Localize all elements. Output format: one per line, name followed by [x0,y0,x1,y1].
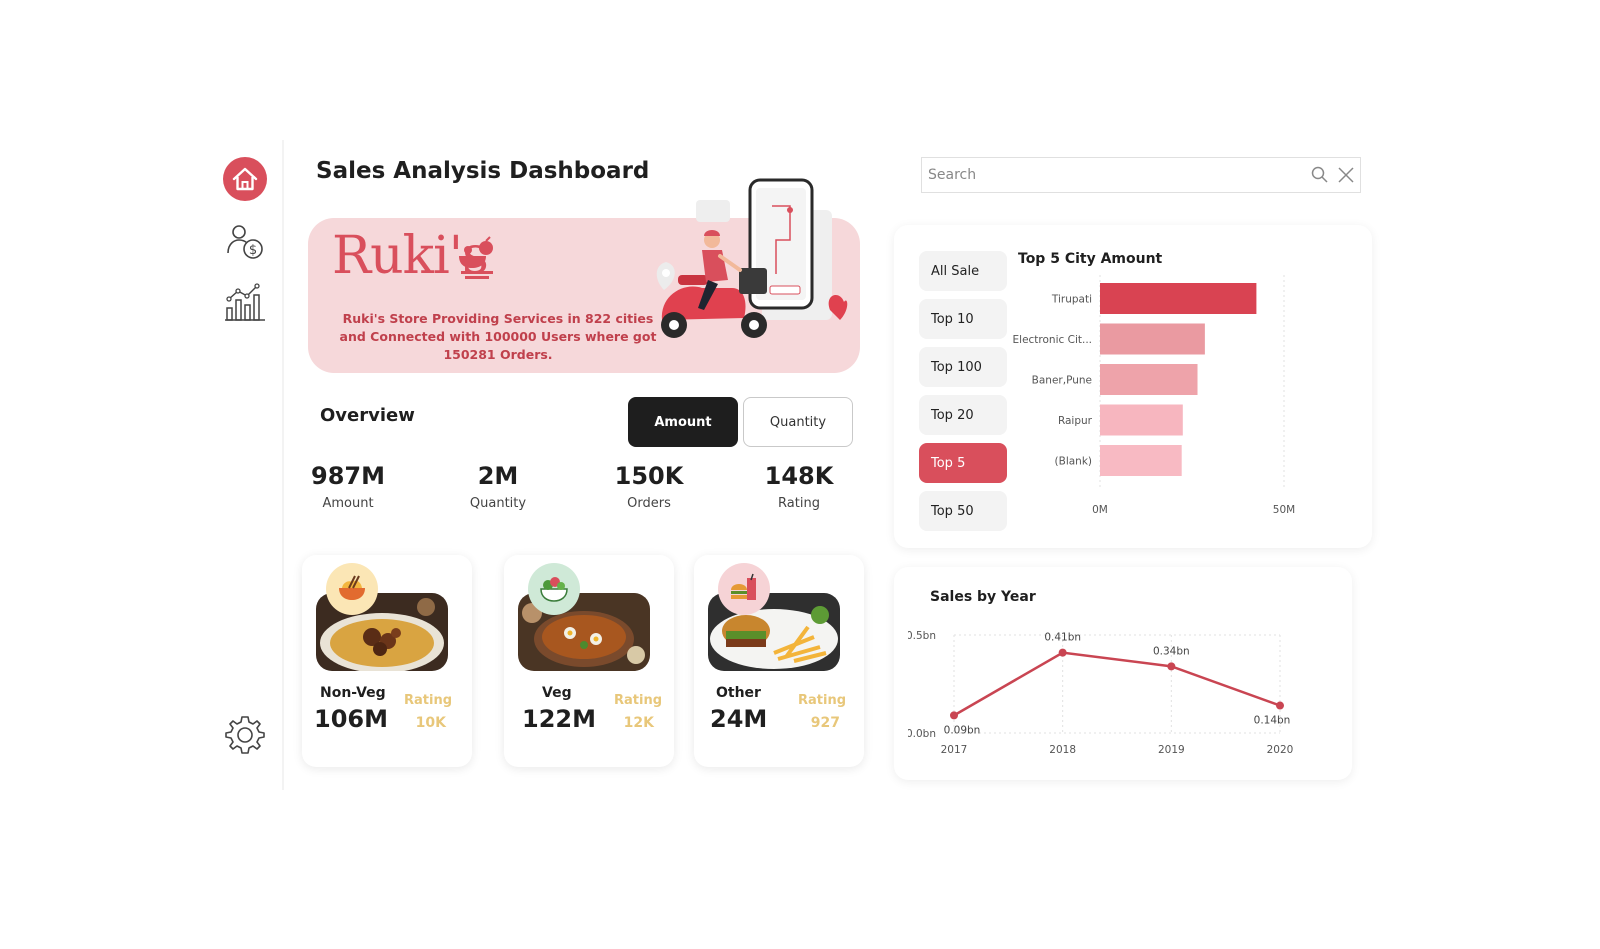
kpi-orders: 150K Orders [589,462,709,511]
kpi-value: 987M [311,462,385,490]
home-icon[interactable] [223,157,267,201]
nonveg-bowl-icon [326,563,378,615]
y-tick-label: 0.0bn [908,728,936,740]
bar-3[interactable] [1100,404,1183,436]
settings-gear-icon[interactable] [223,713,267,757]
data-label: 0.09bn [944,724,981,736]
kpi-value: 148K [764,462,834,490]
page-title: Sales Analysis Dashboard [316,158,650,184]
data-label: 0.34bn [1153,645,1190,657]
category-label: (Blank) [1055,456,1092,468]
bar-1[interactable] [1100,323,1205,355]
kpi-rating: 148K Rating [739,462,859,511]
bar-4[interactable] [1100,445,1182,476]
data-label: 0.41bn [1044,632,1081,644]
amount-toggle-button[interactable]: Amount [628,397,738,447]
kpi-amount: 987M Amount [288,462,408,511]
analytics-chart-icon[interactable] [223,280,267,324]
category-card-nonveg[interactable]: Non-Veg 106M Rating 10K [302,555,472,767]
delivery-scooter-illustration [656,178,848,338]
category-value: 24M [710,705,768,733]
data-label: 0.14bn [1254,715,1291,727]
top-city-bar-chart: Tirupati Electronic Cit... Baner,Pune Raipu… [1013,275,1295,516]
brand-banner: Ruki's Ruki's Store Providing Services i… [308,178,860,373]
kpi-value: 150K [614,462,684,490]
bar-0[interactable] [1100,283,1257,314]
filter-all-sale[interactable]: All Sale [919,251,1007,291]
search-box [921,157,1361,193]
y-tick-label: 0.5bn [908,630,936,642]
bar-2[interactable] [1100,364,1198,395]
kpi-quantity: 2M Quantity [438,462,558,511]
top-city-panel: All Sale Top 10 Top 100 Top 20 Top 5 Top… [894,225,1372,548]
fastfood-icon [718,563,770,615]
filter-top-100[interactable]: Top 100 [919,347,1007,387]
rating-label: Rating [403,693,452,708]
veg-salad-icon [528,563,580,615]
category-label: Tirupati [1051,294,1092,306]
kpi-label: Orders [627,496,671,511]
data-point[interactable] [1058,648,1067,657]
x-tick-label: 2020 [1267,744,1294,756]
category-card-other[interactable]: Other 24M Rating 927 [694,555,864,767]
rating-value: 927 [810,715,840,731]
sales-line [953,651,1281,717]
rating-label: Rating [613,693,662,708]
dashboard-canvas: $ Sales Analysis Dashboard Ruki's Ruki's… [0,0,1600,949]
category-name: Other [716,685,761,701]
category-value: 106M [314,705,388,733]
category-name: Veg [542,685,572,701]
search-icon[interactable] [1310,165,1330,185]
sales-by-year-title: Sales by Year [930,589,1036,605]
food-bowl-icon [456,236,500,284]
x-tick-label: 2019 [1158,744,1185,756]
filter-top-10[interactable]: Top 10 [919,299,1007,339]
search-input[interactable] [928,162,1288,188]
main-panel: Sales Analysis Dashboard Ruki's Ruki's S… [286,140,878,790]
x-tick-label: 0M [1092,504,1108,516]
sales-by-year-line-chart: 0.0bn 0.5bn 0.09bn 2017 0.41bn 2018 0.34bn 2019… [908,630,1294,756]
rating-value: 10K [415,715,446,731]
category-label: Electronic Cit... [1013,334,1092,346]
top-city-chart-title: Top 5 City Amount [1018,251,1163,267]
left-nav: $ [212,140,284,790]
kpi-label: Quantity [469,496,527,511]
x-tick-label: 2017 [941,744,968,756]
data-point[interactable] [1167,662,1176,671]
category-value: 122M [522,705,596,733]
rating-value: 12K [623,715,654,731]
category-card-veg[interactable]: Veg 122M Rating 12K [504,555,674,767]
category-name: Non-Veg [320,685,386,701]
data-point[interactable] [1276,701,1284,710]
overview-heading: Overview [320,405,415,426]
close-icon[interactable] [1336,165,1356,185]
sales-by-year-panel: Sales by Year 0.0bn 0.5bn 0.09bn 2017 0.41bn… [894,567,1352,780]
x-tick-label: 50M [1273,504,1295,516]
quantity-toggle-button[interactable]: Quantity [743,397,853,447]
customer-money-icon[interactable]: $ [223,220,267,264]
kpi-label: Amount [322,496,374,511]
filter-top-50[interactable]: Top 50 [919,491,1007,531]
kpi-value: 2M [477,462,519,490]
kpi-label: Rating [778,496,820,511]
banner-description: Ruki's Store Providing Services in 822 c… [339,311,657,362]
filter-top-5[interactable]: Top 5 [919,443,1007,483]
data-point[interactable] [950,711,958,720]
category-label: Raipur [1058,415,1093,427]
filter-top-20[interactable]: Top 20 [919,395,1007,435]
svg-text:$: $ [249,243,257,258]
x-tick-label: 2018 [1049,744,1076,756]
rating-label: Rating [797,693,846,708]
category-label: Baner,Pune [1032,375,1092,387]
